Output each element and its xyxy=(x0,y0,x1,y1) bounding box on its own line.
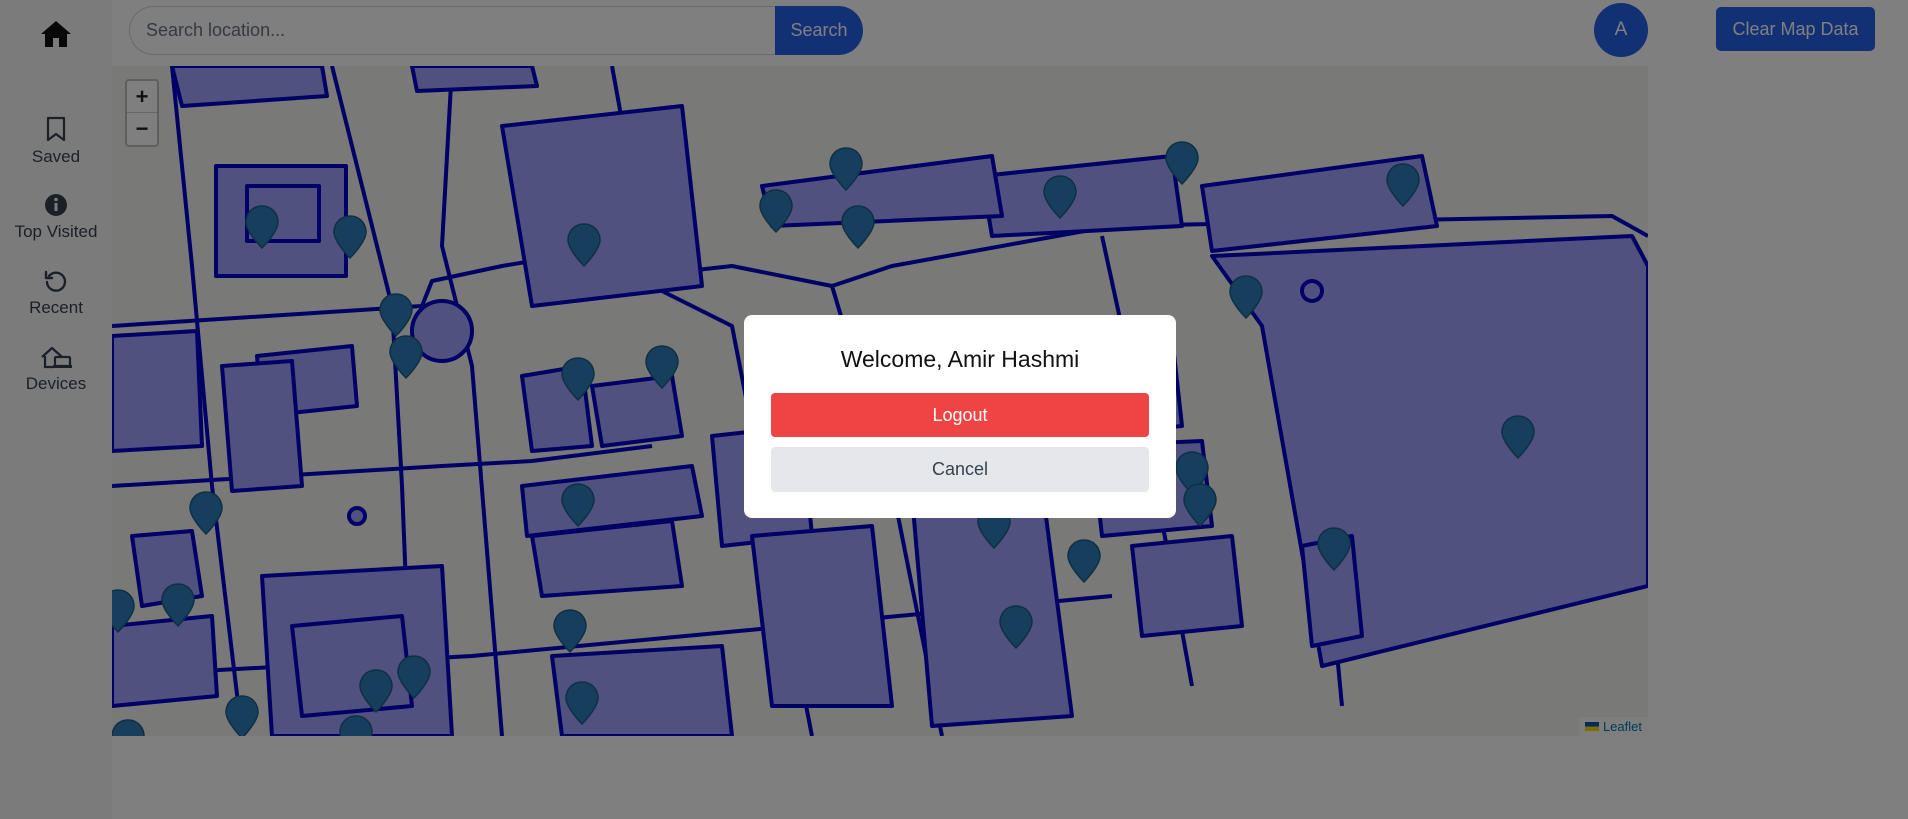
logout-button[interactable]: Logout xyxy=(771,393,1149,437)
modal-title: Welcome, Amir Hashmi xyxy=(840,346,1080,372)
welcome-modal: Welcome, Amir Hashmi Logout Cancel xyxy=(744,315,1176,518)
cancel-button[interactable]: Cancel xyxy=(771,447,1149,492)
